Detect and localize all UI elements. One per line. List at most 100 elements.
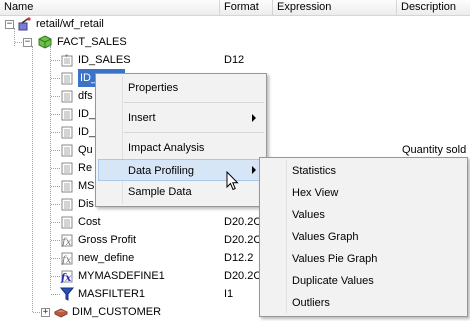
tree-row-root[interactable]: − retail/wf_retail [0,15,470,33]
field-name: Gross Profit [78,234,137,246]
field-name: MASFILTER1 [78,288,146,300]
root-label: retail/wf_retail [36,18,104,30]
tree-connector [15,42,22,43]
menu-item-duplicate-values[interactable]: Duplicate Values [262,270,465,292]
tree-connector [51,78,60,79]
tree-connector [51,204,60,205]
field-name: MS [78,180,95,192]
menu-item-properties[interactable]: Properties [98,77,264,99]
menu-item-label: Values [292,209,325,221]
tree-connector [51,132,60,133]
menu-item-values[interactable]: Values [262,204,465,226]
context-menu: Properties Insert Impact Analysis Data P… [95,73,267,207]
tree-connector [51,114,60,115]
menu-item-label: Sample Data [128,186,192,198]
field-icon [61,144,73,157]
menu-separator [124,102,264,103]
svg-text:fx: fx [61,237,72,247]
menu-item-insert[interactable]: Insert [98,107,264,129]
tree-connector [51,276,60,277]
field-icon [61,72,73,85]
menu-item-label: Outliers [292,297,330,309]
field-icon [61,90,73,103]
tree-connector [51,294,60,295]
menu-item-label: Values Graph [292,231,359,243]
column-name-header[interactable]: Name [0,0,220,15]
field-name: Qu [78,144,93,156]
field-icon [61,162,73,175]
tree-row-field[interactable]: * ID_SALES D12 [0,51,470,69]
menu-item-label: Statistics [292,165,337,177]
column-header: Name Format Expression Description [0,0,470,16]
tree-connector [51,96,60,97]
tree-row-segment[interactable]: − FACT_SALES [0,33,470,51]
tree-connector [51,258,60,259]
column-format-header[interactable]: Format [220,0,273,15]
mouse-pointer-icon [226,171,239,191]
field-icon [61,198,73,211]
menu-separator [124,132,264,133]
svg-text:*: * [65,53,69,61]
menu-item-label: Values Pie Graph [292,253,378,265]
collapse-toggle[interactable]: − [23,38,32,47]
dimension-segment-icon [54,308,68,318]
submenu-arrow-icon [252,166,256,174]
svg-text:fx: fx [61,255,72,265]
field-icon [61,216,73,229]
field-format: D20.2C [224,216,262,228]
menu-item-values-pie-graph[interactable]: Values Pie Graph [262,248,465,270]
menu-item-label: Duplicate Values [292,275,374,287]
field-name: Cost [78,216,101,228]
column-expression-header[interactable]: Expression [273,0,397,15]
menu-item-statistics[interactable]: Statistics [262,160,465,182]
tree-connector [51,60,60,61]
collapse-toggle[interactable]: − [5,20,14,29]
field-name: Re [78,162,93,174]
filter-icon [60,287,74,301]
define-field-icon: fx [60,270,73,283]
computed-field-icon: fx [61,234,73,247]
menu-item-values-graph[interactable]: Values Graph [262,226,465,248]
field-name: dfs [78,90,93,102]
menu-item-label: Impact Analysis [128,142,205,154]
key-field-icon: * [61,53,73,67]
menu-item-label: Properties [128,82,179,94]
tree-connector [51,168,60,169]
menu-item-sample-data[interactable]: Sample Data [98,181,264,203]
field-icon [61,126,73,139]
synonym-icon [18,17,31,31]
menu-item-data-profiling[interactable]: Data Profiling [98,159,264,181]
expand-toggle[interactable]: + [41,308,50,317]
field-name: ID_SALES [78,54,131,66]
field-name: ID_ [78,126,96,138]
segment-cube-icon [38,35,52,49]
field-name: MYMASDEFINE1 [78,270,165,282]
data-profiling-submenu: Statistics Hex View Values Values Graph … [259,157,468,317]
svg-text:fx: fx [60,273,72,283]
tree-connector [51,150,60,151]
field-format: D20.2C [224,234,262,246]
field-icon [61,180,73,193]
field-format: I1 [224,288,234,300]
tree-connector [51,240,60,241]
field-format: D20.2C [224,270,262,282]
menu-item-label: Insert [128,112,156,124]
field-name: new_define [78,252,135,264]
field-icon [61,108,73,121]
column-description-header[interactable]: Description [397,0,470,15]
field-name: Dis [78,198,94,210]
field-format: D12 [224,54,245,66]
field-format: D12.2 [224,252,254,264]
tree-connector [51,186,60,187]
menu-item-outliers[interactable]: Outliers [262,292,465,314]
menu-item-impact-analysis[interactable]: Impact Analysis [98,137,264,159]
field-name: ID_ [78,108,96,120]
submenu-arrow-icon [252,114,256,122]
menu-item-label: Hex View [292,187,339,199]
dimension-label: DIM_CUSTOMER [72,306,162,318]
menu-item-label: Data Profiling [128,165,195,177]
tree-connector [51,222,60,223]
computed-field-icon: fx [61,252,73,265]
segment-label: FACT_SALES [57,36,127,48]
menu-item-hex-view[interactable]: Hex View [262,182,465,204]
